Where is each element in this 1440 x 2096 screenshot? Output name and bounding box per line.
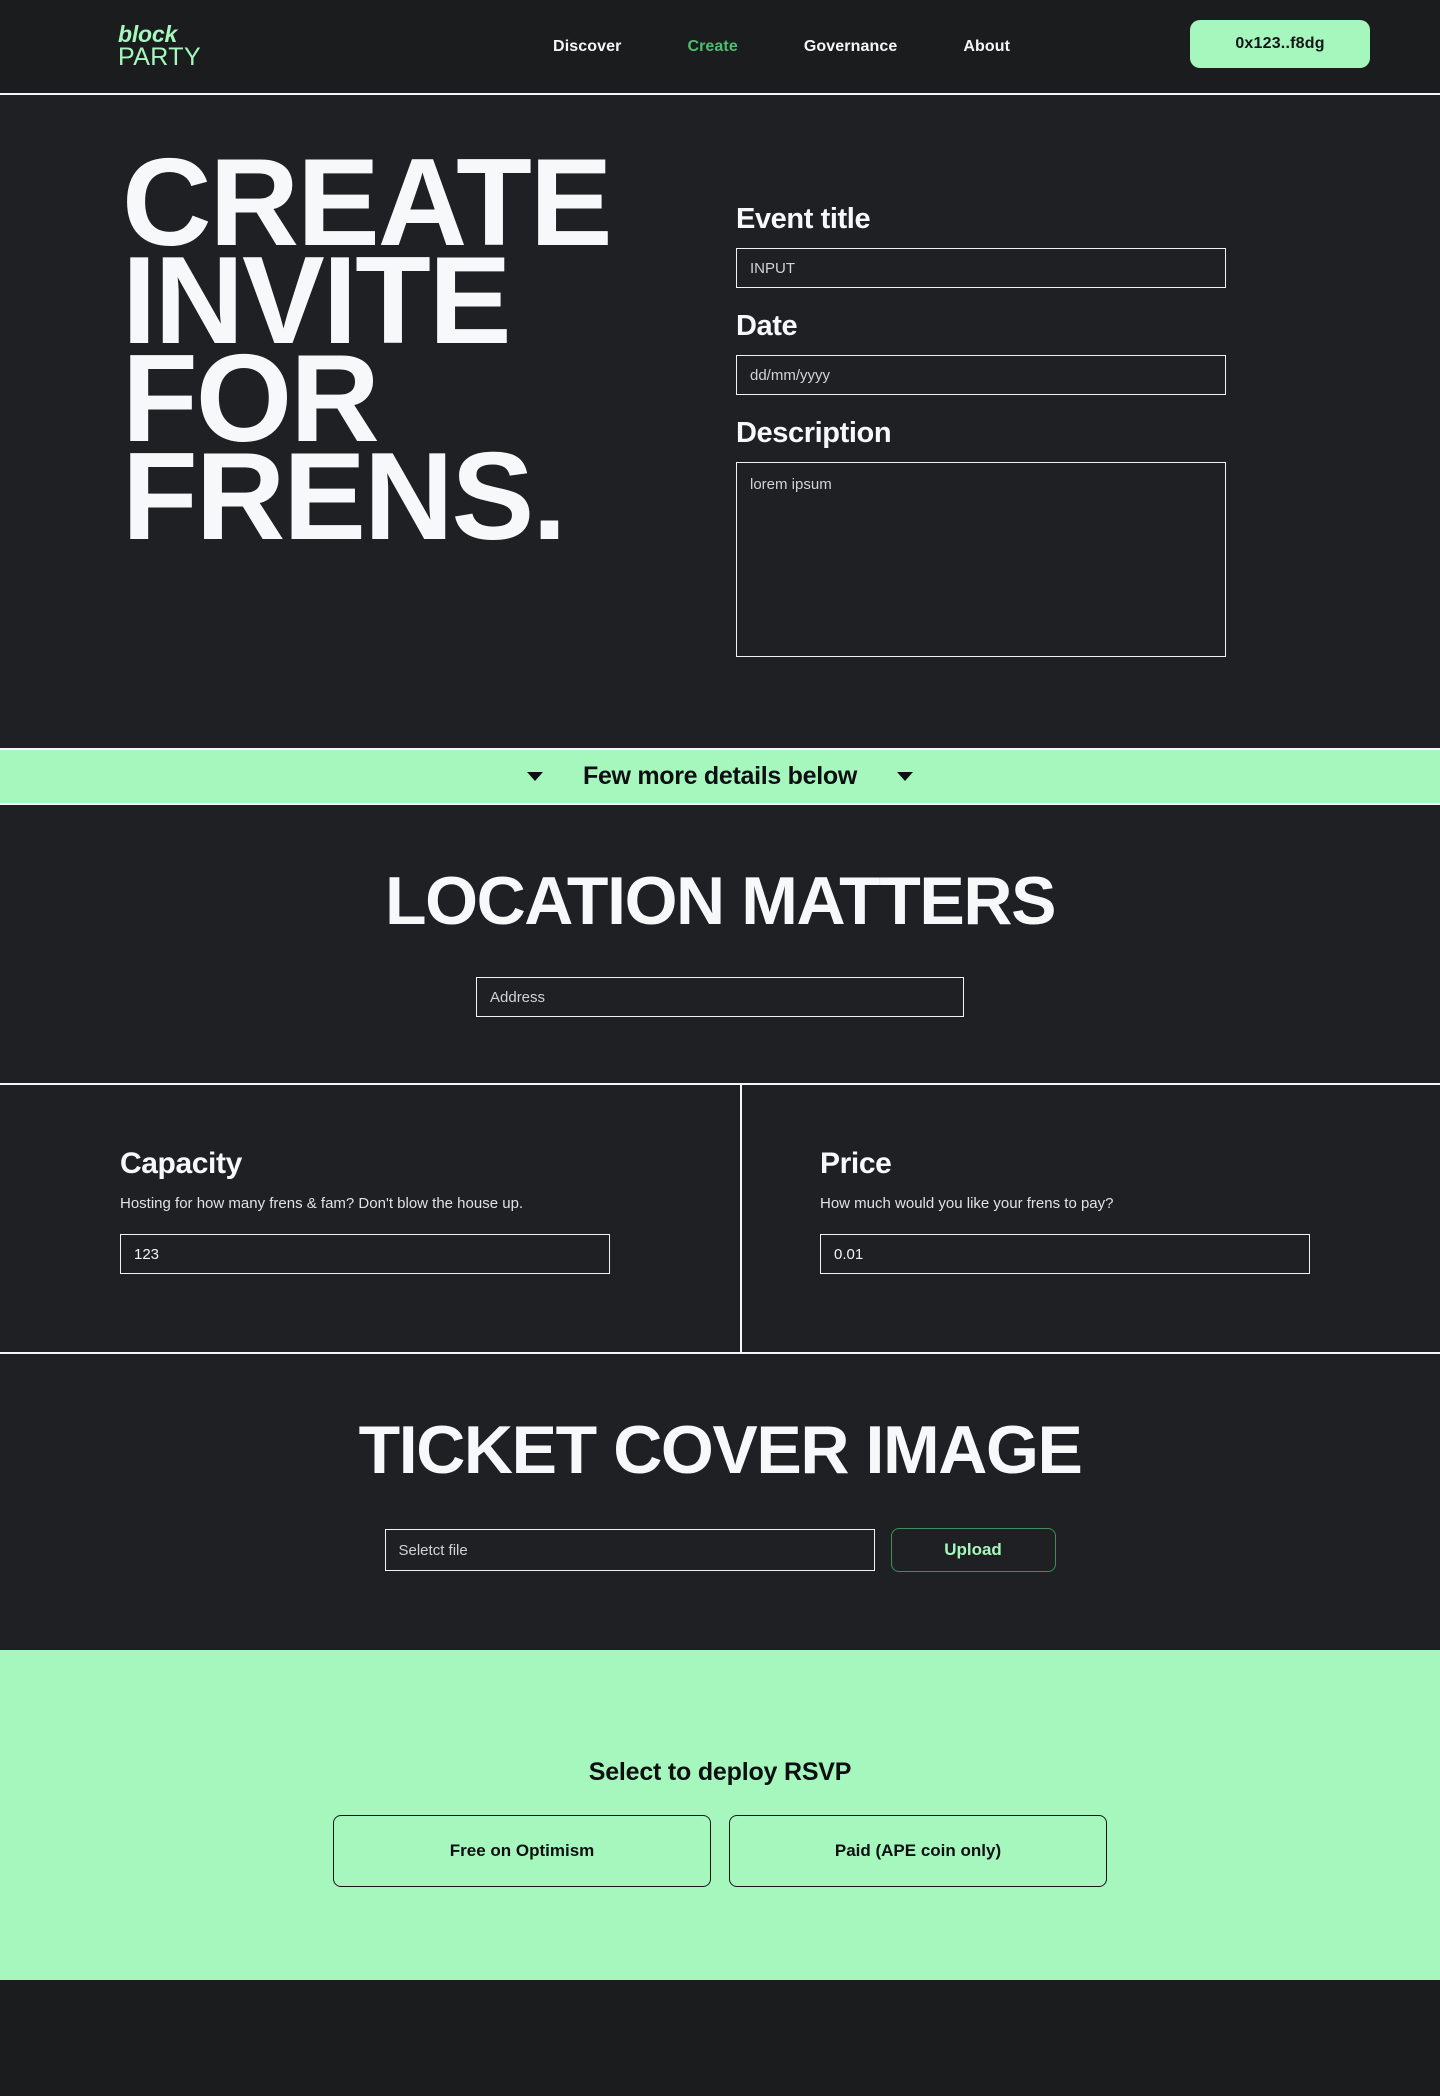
- hero-section: CREATE INVITE FOR FRENS. Event title Dat…: [0, 95, 1440, 748]
- nav-item-discover[interactable]: Discover: [553, 38, 621, 56]
- price-title: Price: [820, 1147, 892, 1180]
- rsvp-deploy-section: Select to deploy RSVP Free on Optimism P…: [0, 1650, 1440, 1980]
- date-label: Date: [736, 310, 798, 342]
- description-label: Description: [736, 417, 892, 449]
- main-nav: Discover Create Governance About: [553, 38, 1010, 56]
- price-subtitle: How much would you like your frens to pa…: [820, 1195, 1114, 1212]
- upload-button[interactable]: Upload: [890, 1528, 1056, 1572]
- nav-item-governance[interactable]: Governance: [804, 38, 897, 56]
- logo[interactable]: block PARTY: [118, 23, 202, 71]
- event-title-input[interactable]: [736, 248, 1226, 288]
- chevron-down-icon-right: [897, 772, 914, 781]
- capacity-subtitle: Hosting for how many frens & fam? Don't …: [120, 1195, 524, 1212]
- more-details-banner-label: Few more details below: [582, 762, 858, 790]
- capacity-price-section: Capacity Hosting for how many frens & fa…: [0, 1085, 1440, 1354]
- capacity-input[interactable]: [120, 1234, 610, 1274]
- ticket-upload-row: Upload: [0, 1528, 1440, 1572]
- chevron-down-icon-left: [526, 772, 543, 781]
- date-input[interactable]: [736, 355, 1226, 395]
- price-input[interactable]: [820, 1234, 1310, 1274]
- capacity-title: Capacity: [120, 1147, 242, 1180]
- logo-line-party: PARTY: [118, 42, 202, 71]
- rsvp-option-free-optimism[interactable]: Free on Optimism: [333, 1815, 711, 1887]
- wallet-address-button[interactable]: 0x123..f8dg: [1190, 20, 1370, 68]
- capacity-block: Capacity Hosting for how many frens & fa…: [0, 1085, 740, 1352]
- event-form: Event title Date Description: [736, 155, 1228, 662]
- nav-item-create[interactable]: Create: [687, 38, 737, 56]
- site-header: block PARTY Discover Create Governance A…: [0, 0, 1440, 95]
- rsvp-title: Select to deploy RSVP: [588, 1758, 852, 1786]
- more-details-banner[interactable]: Few more details below: [0, 748, 1440, 805]
- rsvp-option-paid-ape[interactable]: Paid (APE coin only): [729, 1815, 1107, 1887]
- file-select-input[interactable]: [384, 1529, 875, 1571]
- rsvp-options: Free on Optimism Paid (APE coin only): [0, 1815, 1440, 1887]
- location-section: LOCATION MATTERS: [0, 805, 1440, 1085]
- hero-title-line-4: FRENS.: [122, 427, 567, 566]
- nav-item-about[interactable]: About: [963, 38, 1010, 56]
- page-title: CREATE INVITE FOR FRENS.: [0, 141, 700, 662]
- price-block: Price How much would you like your frens…: [740, 1085, 1440, 1352]
- ticket-cover-heading: TICKET COVER IMAGE: [358, 1412, 1083, 1488]
- description-textarea[interactable]: [736, 462, 1226, 657]
- event-title-label: Event title: [736, 203, 871, 235]
- location-heading: LOCATION MATTERS: [384, 863, 1057, 939]
- address-input[interactable]: [476, 977, 964, 1017]
- ticket-cover-section: TICKET COVER IMAGE Upload: [0, 1354, 1440, 1650]
